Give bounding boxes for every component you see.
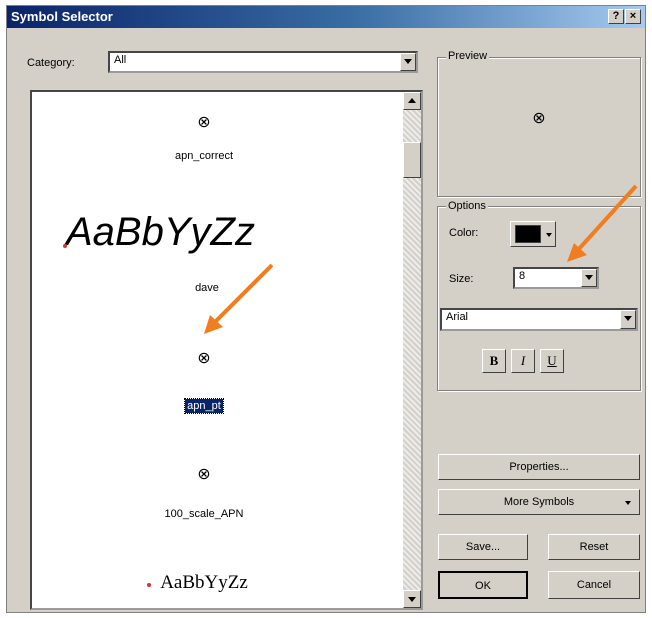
arrow-shaft — [212, 263, 274, 325]
arrow-shaft — [576, 184, 638, 252]
annotation-arrows — [204, 184, 638, 334]
annotation-arrow-list — [204, 263, 274, 334]
annotation-arrow-size — [567, 184, 638, 262]
